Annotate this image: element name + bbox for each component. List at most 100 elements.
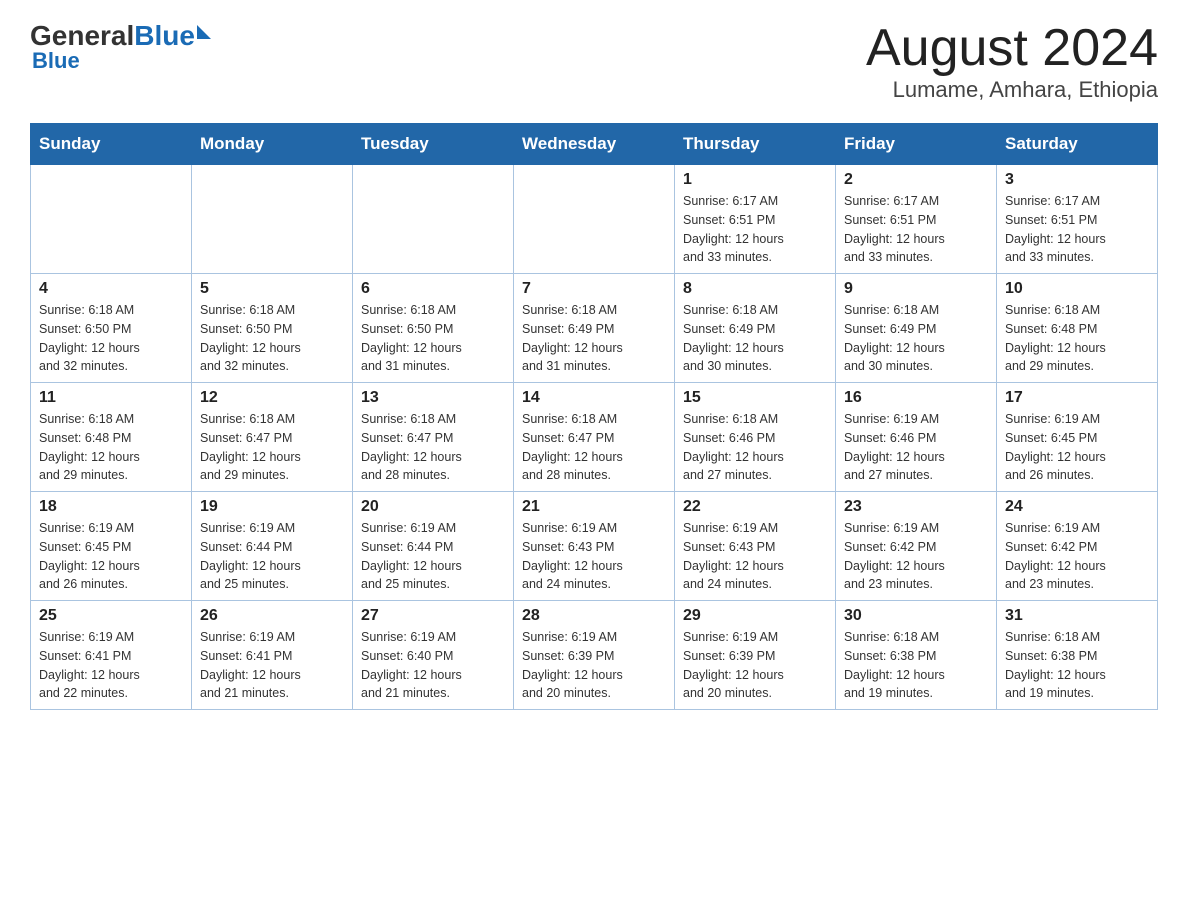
day-number: 18 [39,498,183,516]
day-info: Sunrise: 6:18 AMSunset: 6:49 PMDaylight:… [522,301,666,376]
day-info: Sunrise: 6:18 AMSunset: 6:48 PMDaylight:… [1005,301,1149,376]
day-number: 3 [1005,171,1149,189]
calendar-cell: 29 Sunrise: 6:19 AMSunset: 6:39 PMDayligh… [675,601,836,710]
day-info: Sunrise: 6:17 AMSunset: 6:51 PMDaylight:… [1005,192,1149,267]
calendar-cell: 2 Sunrise: 6:17 AMSunset: 6:51 PMDaylight… [836,165,997,274]
calendar-cell: 14 Sunrise: 6:18 AMSunset: 6:47 PMDayligh… [514,383,675,492]
day-info: Sunrise: 6:19 AMSunset: 6:42 PMDaylight:… [1005,519,1149,594]
day-info: Sunrise: 6:19 AMSunset: 6:41 PMDaylight:… [39,628,183,703]
week-row-4: 18 Sunrise: 6:19 AMSunset: 6:45 PMDayligh… [31,492,1158,601]
day-number: 22 [683,498,827,516]
day-number: 30 [844,607,988,625]
day-header-wednesday: Wednesday [514,124,675,165]
calendar-cell: 8 Sunrise: 6:18 AMSunset: 6:49 PMDaylight… [675,274,836,383]
day-number: 31 [1005,607,1149,625]
day-info: Sunrise: 6:19 AMSunset: 6:40 PMDaylight:… [361,628,505,703]
calendar-cell: 16 Sunrise: 6:19 AMSunset: 6:46 PMDayligh… [836,383,997,492]
day-info: Sunrise: 6:17 AMSunset: 6:51 PMDaylight:… [844,192,988,267]
logo-triangle-icon [197,25,211,39]
calendar-cell: 12 Sunrise: 6:18 AMSunset: 6:47 PMDayligh… [192,383,353,492]
logo: General Blue Blue [30,20,211,74]
day-header-saturday: Saturday [997,124,1158,165]
day-info: Sunrise: 6:19 AMSunset: 6:45 PMDaylight:… [1005,410,1149,485]
calendar-cell: 28 Sunrise: 6:19 AMSunset: 6:39 PMDayligh… [514,601,675,710]
week-row-5: 25 Sunrise: 6:19 AMSunset: 6:41 PMDayligh… [31,601,1158,710]
day-header-thursday: Thursday [675,124,836,165]
day-info: Sunrise: 6:19 AMSunset: 6:44 PMDaylight:… [361,519,505,594]
day-info: Sunrise: 6:19 AMSunset: 6:43 PMDaylight:… [683,519,827,594]
month-year-title: August 2024 [866,20,1158,77]
calendar-cell: 11Sunrise: 6:18 AMSunset: 6:48 PMDayligh… [31,383,192,492]
day-info: Sunrise: 6:18 AMSunset: 6:47 PMDaylight:… [522,410,666,485]
day-number: 24 [1005,498,1149,516]
calendar-cell [353,165,514,274]
day-header-sunday: Sunday [31,124,192,165]
day-number: 20 [361,498,505,516]
calendar-cell: 30 Sunrise: 6:18 AMSunset: 6:38 PMDayligh… [836,601,997,710]
calendar-cell: 27Sunrise: 6:19 AMSunset: 6:40 PMDayligh… [353,601,514,710]
page-header: General Blue Blue August 2024 Lumame, Am… [30,20,1158,103]
calendar-cell: 9 Sunrise: 6:18 AMSunset: 6:49 PMDaylight… [836,274,997,383]
calendar-table: SundayMondayTuesdayWednesdayThursdayFrid… [30,123,1158,710]
day-number: 13 [361,389,505,407]
day-info: Sunrise: 6:19 AMSunset: 6:42 PMDaylight:… [844,519,988,594]
day-number: 19 [200,498,344,516]
day-info: Sunrise: 6:18 AMSunset: 6:49 PMDaylight:… [683,301,827,376]
calendar-cell: 17 Sunrise: 6:19 AMSunset: 6:45 PMDayligh… [997,383,1158,492]
day-number: 4 [39,280,183,298]
day-info: Sunrise: 6:19 AMSunset: 6:44 PMDaylight:… [200,519,344,594]
calendar-cell: 18 Sunrise: 6:19 AMSunset: 6:45 PMDayligh… [31,492,192,601]
calendar-cell: 3 Sunrise: 6:17 AMSunset: 6:51 PMDaylight… [997,165,1158,274]
calendar-cell [31,165,192,274]
day-number: 9 [844,280,988,298]
day-info: Sunrise: 6:18 AMSunset: 6:50 PMDaylight:… [361,301,505,376]
day-header-friday: Friday [836,124,997,165]
day-info: Sunrise: 6:18 AMSunset: 6:46 PMDaylight:… [683,410,827,485]
day-number: 12 [200,389,344,407]
day-number: 5 [200,280,344,298]
day-info: Sunrise: 6:18 AMSunset: 6:49 PMDaylight:… [844,301,988,376]
title-block: August 2024 Lumame, Amhara, Ethiopia [866,20,1158,103]
location-subtitle: Lumame, Amhara, Ethiopia [866,77,1158,103]
day-info: Sunrise: 6:18 AMSunset: 6:50 PMDaylight:… [39,301,183,376]
day-number: 11 [39,389,183,407]
day-number: 16 [844,389,988,407]
day-number: 7 [522,280,666,298]
day-info: Sunrise: 6:19 AMSunset: 6:46 PMDaylight:… [844,410,988,485]
calendar-cell: 26 Sunrise: 6:19 AMSunset: 6:41 PMDayligh… [192,601,353,710]
calendar-header-row: SundayMondayTuesdayWednesdayThursdayFrid… [31,124,1158,165]
day-number: 2 [844,171,988,189]
calendar-cell: 1Sunrise: 6:17 AMSunset: 6:51 PMDaylight… [675,165,836,274]
day-info: Sunrise: 6:19 AMSunset: 6:45 PMDaylight:… [39,519,183,594]
day-number: 14 [522,389,666,407]
calendar-cell: 4 Sunrise: 6:18 AMSunset: 6:50 PMDaylight… [31,274,192,383]
day-number: 23 [844,498,988,516]
day-info: Sunrise: 6:19 AMSunset: 6:41 PMDaylight:… [200,628,344,703]
day-number: 17 [1005,389,1149,407]
day-number: 21 [522,498,666,516]
day-info: Sunrise: 6:19 AMSunset: 6:39 PMDaylight:… [683,628,827,703]
calendar-cell: 23 Sunrise: 6:19 AMSunset: 6:42 PMDayligh… [836,492,997,601]
day-info: Sunrise: 6:18 AMSunset: 6:38 PMDaylight:… [844,628,988,703]
day-header-monday: Monday [192,124,353,165]
calendar-cell: 7 Sunrise: 6:18 AMSunset: 6:49 PMDaylight… [514,274,675,383]
logo-subtitle: Blue [32,48,80,74]
day-number: 10 [1005,280,1149,298]
calendar-cell: 31Sunrise: 6:18 AMSunset: 6:38 PMDayligh… [997,601,1158,710]
day-number: 28 [522,607,666,625]
day-info: Sunrise: 6:19 AMSunset: 6:43 PMDaylight:… [522,519,666,594]
week-row-2: 4 Sunrise: 6:18 AMSunset: 6:50 PMDaylight… [31,274,1158,383]
day-number: 8 [683,280,827,298]
day-number: 29 [683,607,827,625]
day-info: Sunrise: 6:19 AMSunset: 6:39 PMDaylight:… [522,628,666,703]
day-number: 26 [200,607,344,625]
day-info: Sunrise: 6:18 AMSunset: 6:47 PMDaylight:… [200,410,344,485]
calendar-cell: 5Sunrise: 6:18 AMSunset: 6:50 PMDaylight… [192,274,353,383]
week-row-3: 11Sunrise: 6:18 AMSunset: 6:48 PMDayligh… [31,383,1158,492]
calendar-cell: 20 Sunrise: 6:19 AMSunset: 6:44 PMDayligh… [353,492,514,601]
day-number: 1 [683,171,827,189]
calendar-cell: 15Sunrise: 6:18 AMSunset: 6:46 PMDayligh… [675,383,836,492]
calendar-cell [514,165,675,274]
calendar-cell: 6Sunrise: 6:18 AMSunset: 6:50 PMDaylight… [353,274,514,383]
day-number: 25 [39,607,183,625]
